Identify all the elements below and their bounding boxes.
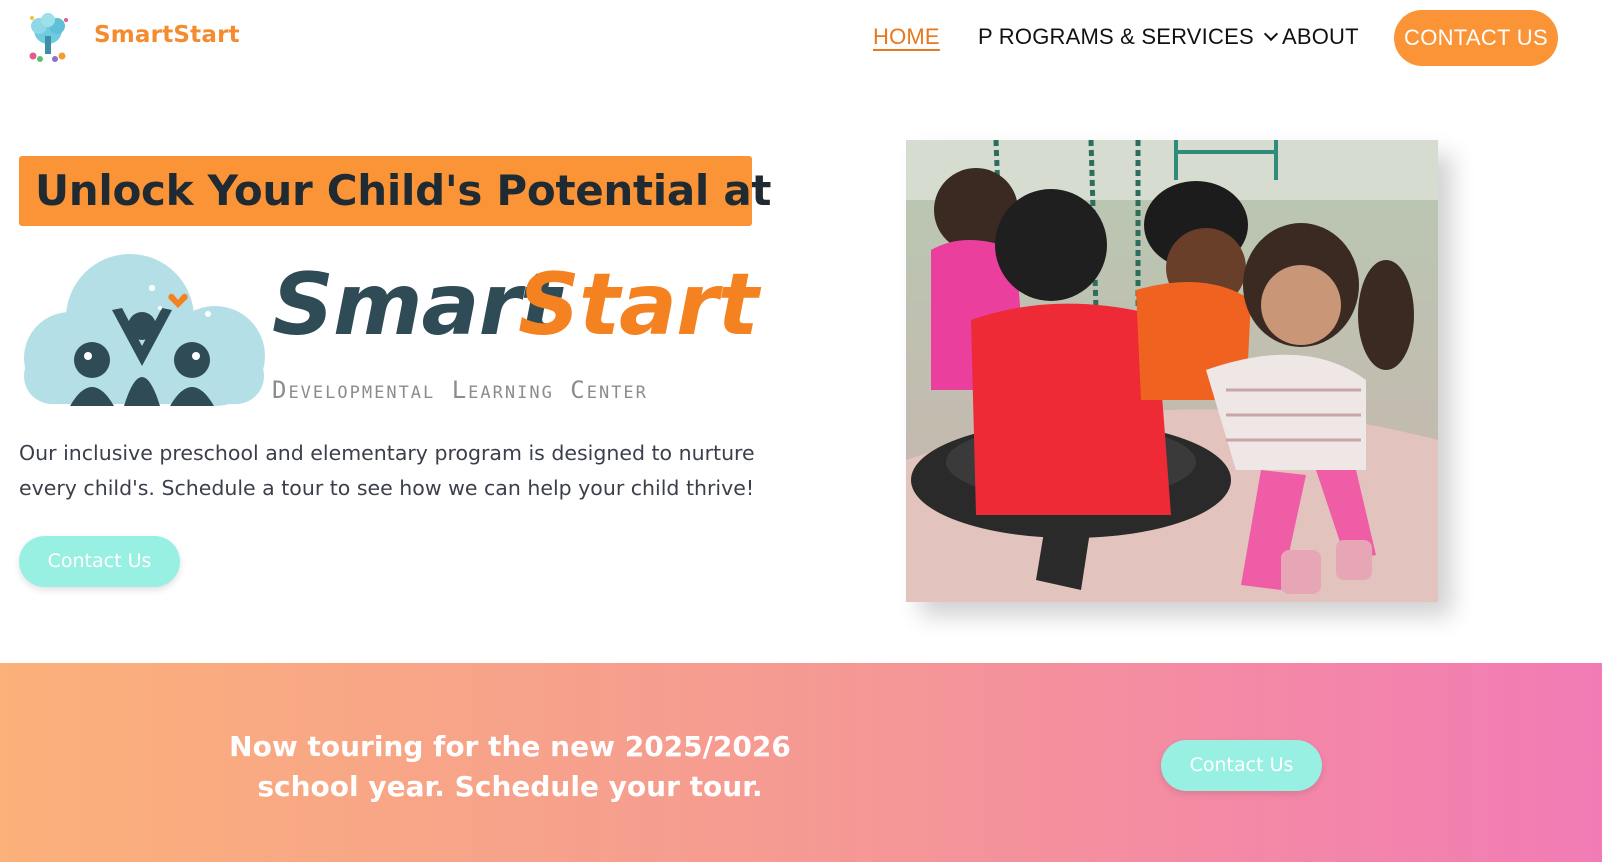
chevron-down-icon[interactable] xyxy=(1263,26,1278,42)
hero-title: Unlock Your Child's Potential at xyxy=(35,166,772,215)
brand-name[interactable]: SmartStart xyxy=(94,22,240,48)
tour-banner: Now touring for the new 2025/2026 school… xyxy=(0,663,1602,862)
logo-word-start: Start xyxy=(518,255,759,355)
nav-home[interactable]: Home xyxy=(873,24,940,50)
banner-line-1: Now touring for the new 2025/2026 xyxy=(229,730,791,763)
nav-about[interactable]: About xyxy=(1282,24,1359,50)
children-tire-swing-image xyxy=(906,140,1438,602)
brand-logo-icon[interactable] xyxy=(24,12,72,64)
hero-title-box: Unlock Your Child's Potential at xyxy=(19,156,771,226)
smartstart-logo: Smart Start Developmental Learning Cente… xyxy=(20,248,759,416)
nav-programs-label: P rograms & Services xyxy=(978,24,1254,49)
banner-line-2: school year. Schedule your tour. xyxy=(257,770,763,803)
hero-contact-button[interactable]: Contact Us xyxy=(19,536,180,587)
hero-photo xyxy=(906,140,1438,602)
hero-description: Our inclusive preschool and elementary p… xyxy=(19,441,755,500)
logo-subtitle: Developmental Learning Center xyxy=(272,376,648,404)
banner-message: Now touring for the new 2025/2026 school… xyxy=(220,727,800,807)
banner-contact-button[interactable]: Contact Us xyxy=(1161,740,1322,791)
nav-programs-services[interactable]: P rograms & Services xyxy=(978,24,1278,50)
cloud-children-icon xyxy=(24,254,265,406)
site-header: SmartStart Home P rograms & Services Abo… xyxy=(0,0,1602,80)
logo-word-smart: Smart xyxy=(272,255,561,355)
header-contact-button[interactable]: Contact Us xyxy=(1394,10,1558,66)
